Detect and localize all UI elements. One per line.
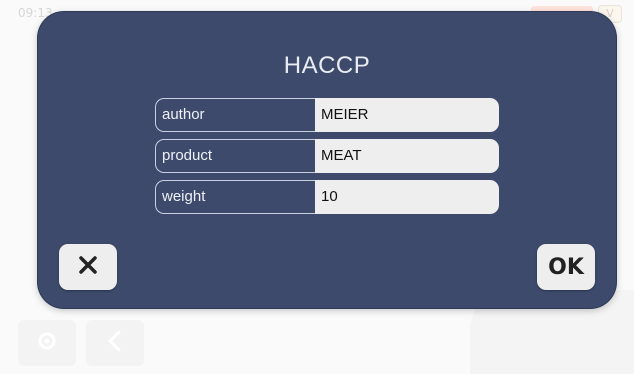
ok-button[interactable]: OK [537,244,595,290]
chevron-left-icon [105,329,125,358]
weight-label: weight [155,180,315,214]
product-label: product [155,139,315,173]
cancel-button[interactable] [59,244,117,290]
screen: 09:13 V HACCP author MEIER product MEAT [0,0,634,374]
weight-field[interactable]: 10 [315,180,499,214]
haccp-dialog: HACCP author MEIER product MEAT weight 1… [38,12,616,308]
background-settings-button [18,320,76,366]
background-back-button [86,320,144,366]
dialog-title: HACCP [283,52,371,79]
gear-icon [36,330,58,357]
form-row-weight: weight 10 [155,180,499,216]
author-field[interactable]: MEIER [315,98,499,132]
form-row-author: author MEIER [155,98,499,134]
author-label: author [155,98,315,132]
ok-button-label: OK [548,254,584,280]
product-field[interactable]: MEAT [315,139,499,173]
close-icon [77,254,99,281]
form-row-product: product MEAT [155,139,499,175]
